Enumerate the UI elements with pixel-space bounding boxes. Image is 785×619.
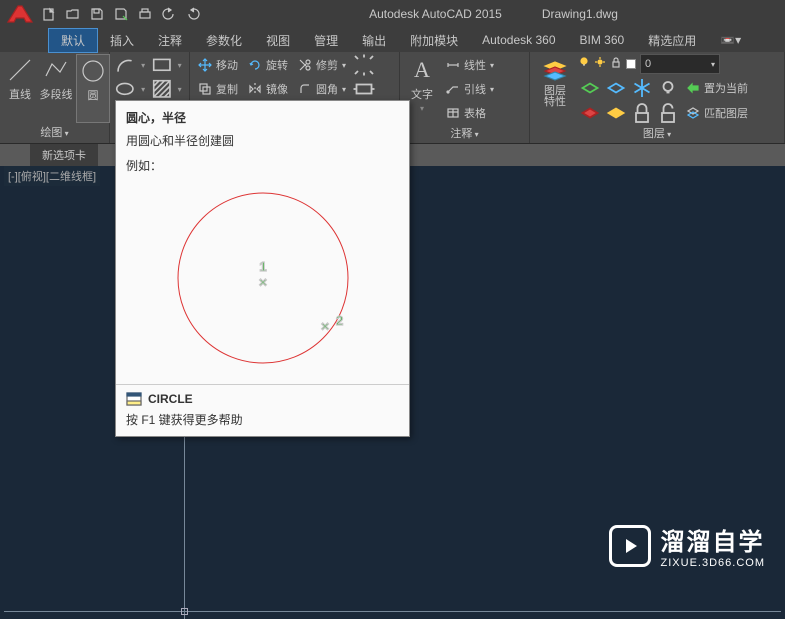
watermark: 溜溜自学 ZIXUE.3D66.COM	[609, 522, 765, 569]
mirror-button[interactable]: 镜像	[244, 78, 292, 100]
layer-thaw-icon[interactable]	[604, 102, 628, 124]
qat-saveas-icon[interactable]	[110, 3, 132, 25]
tooltip-pt2-label: 2	[336, 313, 343, 328]
layer-unlock-icon[interactable]	[656, 102, 680, 124]
svg-text:×: ×	[258, 274, 266, 290]
panel-title-draw[interactable]: 绘图	[4, 123, 105, 141]
color-swatch-icon[interactable]	[626, 59, 636, 69]
make-current-button[interactable]: 置为当前	[682, 77, 752, 99]
match-layer-button[interactable]: 匹配图层	[682, 102, 752, 124]
titlebar-text: Autodesk AutoCAD 2015 Drawing1.dwg	[369, 7, 618, 21]
tab-manage[interactable]: 管理	[302, 29, 350, 52]
watermark-sub: ZIXUE.3D66.COM	[661, 557, 765, 569]
crosshair-horizontal	[4, 611, 781, 612]
app-name: Autodesk AutoCAD 2015	[369, 7, 502, 21]
layer-props-icon	[541, 56, 569, 84]
panel-draw: 直线 多段线 圆 绘图	[0, 52, 110, 143]
trim-button[interactable]: 修剪▾	[294, 54, 350, 76]
tab-featured[interactable]: 精选应用	[636, 29, 708, 52]
tooltip-example-label: 例如：	[126, 157, 399, 174]
watermark-main: 溜溜自学	[661, 522, 765, 557]
tab-addins[interactable]: 附加模块	[398, 29, 470, 52]
tab-parametric[interactable]: 参数化	[194, 29, 254, 52]
polyline-button[interactable]: 多段线	[38, 54, 74, 123]
watermark-play-icon	[609, 525, 651, 567]
tooltip-pt1-label: 1	[259, 259, 266, 274]
panel-title-annotate[interactable]: 注释	[404, 124, 525, 142]
viewport-label[interactable]: [-][俯视][二维线框]	[4, 166, 100, 186]
table-button[interactable]: 表格	[442, 102, 498, 124]
line-button[interactable]: 直线	[4, 54, 36, 123]
tab-output[interactable]: 输出	[350, 29, 398, 52]
qat-undo-icon[interactable]	[158, 3, 180, 25]
bulb-on-icon[interactable]	[578, 55, 590, 73]
circle-icon	[79, 57, 107, 85]
dim-linear-button[interactable]: 线性▾	[442, 54, 498, 76]
ribbon-tabs: 默认 插入 注释 参数化 视图 管理 输出 附加模块 Autodesk 360 …	[0, 28, 785, 52]
layer-combo[interactable]: 0▾	[640, 54, 720, 74]
sun-icon[interactable]	[594, 55, 606, 73]
tooltip-diagram: 1 × × 2	[126, 178, 399, 378]
layer-on-icon[interactable]	[578, 102, 602, 124]
tooltip-command: CIRCLE	[126, 391, 399, 407]
copy-button[interactable]: 复制	[194, 78, 242, 100]
tooltip-title: 圆心，半径	[126, 109, 399, 126]
hatch-icon[interactable]	[151, 78, 173, 100]
layer-lock-icon[interactable]	[630, 102, 654, 124]
arc-dropdown[interactable]: ▾	[138, 54, 149, 76]
layer-props-label: 图层特性	[544, 86, 566, 108]
tooltip-help: 按 F1 键获得更多帮助	[126, 411, 399, 428]
app-logo[interactable]	[4, 2, 36, 26]
svg-text:×: ×	[321, 318, 329, 334]
cursor-pickbox	[181, 608, 188, 615]
tab-a360[interactable]: Autodesk 360	[470, 30, 567, 50]
polyline-icon	[42, 56, 70, 84]
qat-new-icon[interactable]	[38, 3, 60, 25]
rect-icon[interactable]	[151, 54, 173, 76]
command-window-icon	[126, 391, 142, 407]
ellipse-icon[interactable]	[114, 78, 136, 100]
tab-bim360[interactable]: BIM 360	[568, 30, 637, 50]
move-button[interactable]: 移动	[194, 54, 242, 76]
explode-icon[interactable]	[352, 54, 376, 76]
stretch-icon[interactable]	[352, 78, 376, 100]
panel-layers: 图层特性 0▾ 置为当前	[530, 52, 785, 143]
tab-overflow[interactable]: 📼▾	[708, 30, 753, 50]
doc-name: Drawing1.dwg	[542, 7, 618, 21]
qat-save-icon[interactable]	[86, 3, 108, 25]
circle-button[interactable]: 圆	[76, 54, 110, 123]
command-tooltip: 圆心，半径 用圆心和半径创建圆 例如： 1 × × 2 CIRCLE 按 F1 …	[115, 100, 410, 437]
panel-title-layers[interactable]: 图层	[534, 124, 780, 142]
qat-open-icon[interactable]	[62, 3, 84, 25]
file-tab-new[interactable]: 新选项卡	[30, 144, 98, 166]
qat-plot-icon[interactable]	[134, 3, 156, 25]
tab-insert[interactable]: 插入	[98, 29, 146, 52]
layer-freeze-icon[interactable]	[630, 77, 654, 99]
leader-button[interactable]: 引线▾	[442, 78, 498, 100]
fillet-button[interactable]: 圆角▾	[294, 78, 350, 100]
text-icon: A	[408, 56, 436, 84]
arc-icon[interactable]	[114, 54, 136, 76]
tab-view[interactable]: 视图	[254, 29, 302, 52]
panel-annotate: A 文字 ▾ 线性▾ 引线▾ 表格 注释	[400, 52, 530, 143]
line-icon	[6, 56, 34, 84]
tooltip-desc: 用圆心和半径创建圆	[126, 132, 399, 149]
tab-default[interactable]: 默认	[48, 28, 98, 53]
qat-redo-icon[interactable]	[182, 3, 204, 25]
tab-annotate[interactable]: 注释	[146, 29, 194, 52]
layer-off-icon[interactable]	[656, 77, 680, 99]
layer-props-button[interactable]: 图层特性	[534, 54, 576, 124]
lock-icon[interactable]	[610, 55, 622, 73]
layer-state-icon[interactable]	[578, 77, 602, 99]
rotate-button[interactable]: 旋转	[244, 54, 292, 76]
layer-isolate-icon[interactable]	[604, 77, 628, 99]
title-bar: Autodesk AutoCAD 2015 Drawing1.dwg	[0, 0, 785, 28]
